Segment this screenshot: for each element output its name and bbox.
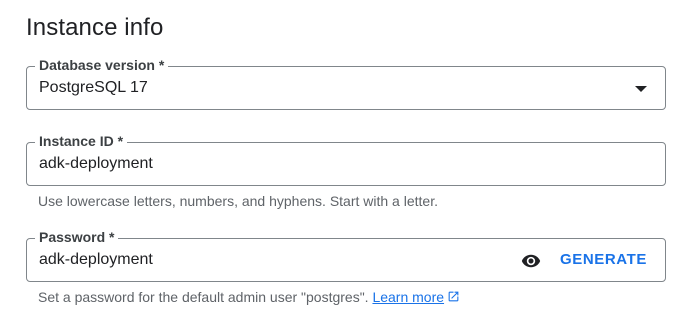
eye-icon[interactable] xyxy=(521,251,541,271)
learn-more-label[interactable]: Learn more xyxy=(372,289,444,305)
database-version-value: PostgreSQL 17 xyxy=(39,79,148,96)
instance-id-label: Instance ID * xyxy=(35,132,128,150)
database-version-label: Database version * xyxy=(35,56,169,74)
instance-id-field[interactable]: Instance ID * adk-deployment xyxy=(26,132,666,186)
password-hint-text: Set a password for the default admin use… xyxy=(38,289,369,305)
instance-info-form: Instance info Database version * Postgre… xyxy=(0,0,682,317)
section-title: Instance info xyxy=(26,14,164,41)
password-label: Password * xyxy=(35,228,119,246)
database-version-select[interactable]: Database version * PostgreSQL 17 xyxy=(26,56,666,110)
password-field[interactable]: Password * adk-deployment GENERATE xyxy=(26,228,666,282)
instance-id-hint: Use lowercase letters, numbers, and hyph… xyxy=(38,193,438,209)
arrow-drop-down-icon[interactable] xyxy=(635,86,647,92)
generate-password-button[interactable]: GENERATE xyxy=(560,250,647,270)
instance-id-value[interactable]: adk-deployment xyxy=(39,154,153,174)
password-hint: Set a password for the default admin use… xyxy=(38,288,460,306)
password-value[interactable]: adk-deployment xyxy=(39,250,153,270)
learn-more-link[interactable]: Learn more xyxy=(372,289,444,305)
open-in-new-icon[interactable] xyxy=(447,289,460,302)
